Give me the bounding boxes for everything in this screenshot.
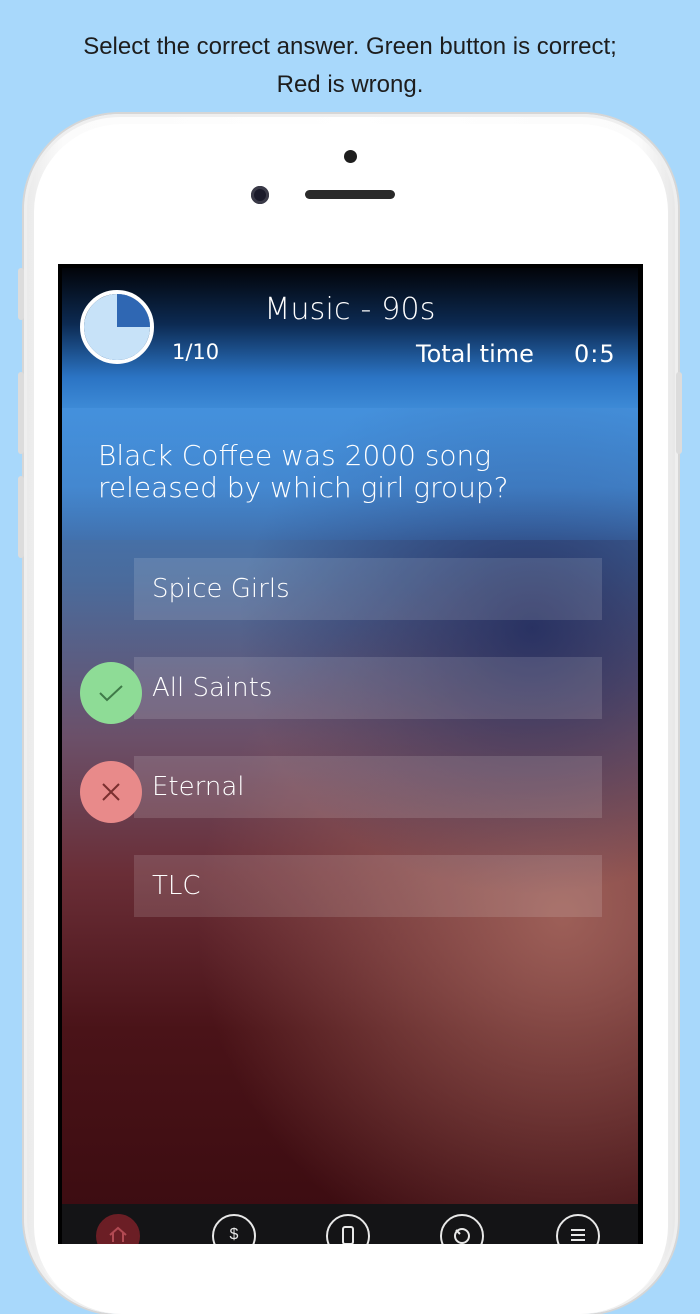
question-progress: 1/10 [172, 340, 220, 364]
correct-check-icon [80, 662, 142, 724]
home-icon[interactable] [96, 1214, 140, 1244]
volume-up-button [18, 372, 24, 454]
answer-button-4[interactable]: TLC [134, 855, 602, 917]
instruction-line-2: Red is wrong. [276, 71, 424, 98]
stats-icon[interactable] [440, 1214, 484, 1244]
answer-button-3[interactable]: Eternal [134, 756, 602, 818]
instruction-caption: Select the correct answer. Green button … [0, 28, 700, 104]
volume-down-button [18, 476, 24, 558]
answer-label: TLC [152, 871, 201, 901]
answer-button-2[interactable]: All Saints [134, 657, 602, 719]
total-time-label: Total time [416, 340, 534, 368]
category-title: Music - 90s [264, 292, 436, 327]
coins-glyph: $ [229, 1226, 239, 1243]
bottom-tab-bar: $ [62, 1204, 638, 1244]
phone-screen: Music - 90s 1/10 Total time 0:5 Black Co… [58, 264, 643, 1244]
mute-switch [18, 268, 24, 320]
answer-label: All Saints [152, 673, 273, 703]
front-camera-icon [251, 186, 269, 204]
total-time-value: 0:5 [574, 340, 616, 368]
power-button [676, 372, 682, 454]
phone-icon[interactable] [326, 1214, 370, 1244]
menu-icon[interactable] [556, 1214, 600, 1244]
quiz-app: Music - 90s 1/10 Total time 0:5 Black Co… [62, 268, 638, 1244]
question-text: Black Coffee was 2000 song released by w… [98, 439, 509, 504]
answer-label: Spice Girls [152, 574, 290, 604]
earpiece-speaker [305, 190, 395, 199]
coins-icon[interactable]: $ [212, 1214, 256, 1244]
answer-label: Eternal [152, 772, 245, 802]
instruction-line-1: Select the correct answer. Green button … [83, 33, 617, 60]
wrong-x-icon [80, 761, 142, 823]
answer-button-1[interactable]: Spice Girls [134, 558, 602, 620]
proximity-sensor [344, 150, 357, 163]
